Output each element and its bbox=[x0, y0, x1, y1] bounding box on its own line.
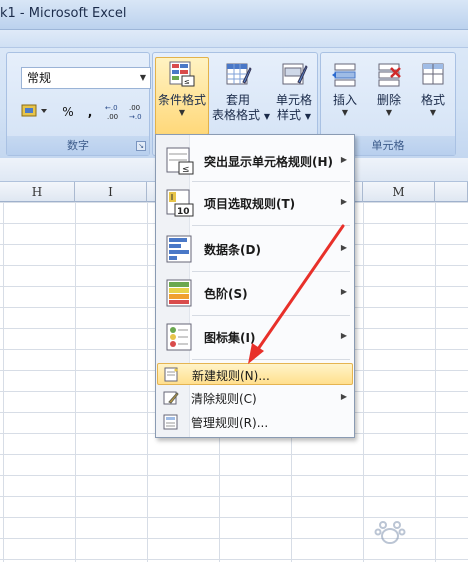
svg-text:.00: .00 bbox=[129, 104, 140, 112]
percent-button[interactable]: % bbox=[57, 101, 79, 123]
submenu-arrow-icon: ▶ bbox=[340, 287, 347, 296]
comma-button[interactable]: , bbox=[81, 101, 99, 123]
increase-decimal-icon: ←.0 .00 bbox=[105, 104, 118, 121]
color-scales-icon bbox=[166, 279, 192, 307]
icon-sets-icon bbox=[166, 323, 192, 351]
new-rule-icon bbox=[164, 367, 178, 382]
column-header-h[interactable]: H bbox=[0, 182, 75, 202]
menu-item-icon-sets[interactable]: 图标集(I) ▶ bbox=[157, 319, 353, 355]
menu-separator bbox=[192, 225, 350, 226]
conditional-format-icon: ≤ bbox=[169, 61, 195, 87]
format-label: 格式 bbox=[420, 93, 445, 107]
cell-styles-label-2: 样式 ▼ bbox=[277, 108, 311, 122]
conditional-format-button[interactable]: ≤ 条件格式 ▼ bbox=[155, 57, 209, 135]
column-header-next[interactable] bbox=[435, 182, 468, 202]
menu-item-highlight-cells-rules[interactable]: ≤ 突出显示单元格规则(H) ▶ bbox=[157, 143, 353, 179]
cell-styles-button[interactable]: 单元格 样式 ▼ bbox=[267, 57, 321, 135]
chevron-down-icon: ▼ bbox=[139, 73, 146, 82]
currency-icon bbox=[21, 104, 47, 117]
increase-decimal-button[interactable]: ←.0 .00 bbox=[103, 100, 125, 122]
submenu-arrow-icon: ▶ bbox=[340, 243, 347, 252]
menu-item-label: 新建规则(N)... bbox=[192, 369, 270, 383]
insert-button[interactable]: 插入 ▼ bbox=[323, 57, 367, 135]
submenu-arrow-icon: ▶ bbox=[340, 392, 347, 401]
submenu-arrow-icon: ▶ bbox=[340, 331, 347, 340]
accounting-format-button[interactable] bbox=[15, 101, 55, 123]
svg-text:←.0: ←.0 bbox=[105, 104, 118, 112]
cell-styles-icon bbox=[282, 63, 308, 85]
table-format-label-2: 表格格式 ▼ bbox=[212, 108, 270, 122]
menu-separator bbox=[192, 181, 350, 182]
ribbon-top-strip bbox=[0, 30, 468, 48]
dialog-launcher-icon[interactable]: ↘ bbox=[136, 141, 146, 151]
menu-item-clear-rules[interactable]: 清除规则(C) ▶ bbox=[157, 387, 353, 409]
svg-text:≤: ≤ bbox=[184, 78, 190, 86]
insert-label: 插入 bbox=[332, 93, 357, 107]
format-button[interactable]: 格式 ▼ bbox=[411, 57, 455, 135]
menu-item-label: 管理规则(R)... bbox=[191, 416, 269, 430]
decrease-decimal-button[interactable]: .00 →.0 bbox=[127, 100, 149, 122]
menu-separator bbox=[192, 271, 350, 272]
window-title: k1 - Microsoft Excel bbox=[0, 6, 127, 21]
menu-separator bbox=[192, 315, 350, 316]
format-cells-icon bbox=[422, 63, 444, 85]
title-bar: k1 - Microsoft Excel bbox=[0, 0, 468, 30]
conditional-format-label: 条件格式 bbox=[157, 93, 206, 107]
number-group: 常规 ▼ % , ←.0 .00 .00 →.0 数字 ↘ bbox=[6, 52, 151, 156]
menu-item-new-rule[interactable]: 新建规则(N)... bbox=[157, 363, 353, 385]
chevron-down-icon: ▼ bbox=[385, 108, 393, 117]
decrease-decimal-icon: .00 →.0 bbox=[129, 104, 142, 121]
table-format-label-1: 套用 bbox=[225, 93, 250, 107]
menu-item-label: 数据条(D) bbox=[204, 243, 261, 257]
menu-item-label: 项目选取规则(T) bbox=[204, 197, 296, 211]
menu-item-label: 色阶(S) bbox=[204, 287, 248, 301]
number-format-value: 常规 bbox=[27, 71, 52, 85]
menu-item-top-bottom-rules[interactable]: 10 项目选取规则(T) ▶ bbox=[157, 185, 353, 221]
menu-item-color-scales[interactable]: 色阶(S) ▶ bbox=[157, 275, 353, 311]
data-bars-icon bbox=[166, 235, 192, 263]
menu-item-data-bars[interactable]: 数据条(D) ▶ bbox=[157, 231, 353, 267]
delete-button[interactable]: 删除 ▼ bbox=[367, 57, 411, 135]
highlight-cells-icon: ≤ bbox=[166, 147, 194, 175]
watermark-logo bbox=[350, 510, 462, 554]
baidu-paw-icon bbox=[374, 521, 406, 544]
chevron-down-icon: ▼ bbox=[178, 108, 186, 117]
delete-label: 删除 bbox=[376, 93, 401, 107]
svg-text:≤: ≤ bbox=[182, 165, 190, 175]
format-as-table-button[interactable]: 套用 表格格式 ▼ bbox=[211, 57, 270, 135]
submenu-arrow-icon: ▶ bbox=[340, 155, 347, 164]
menu-item-label: 突出显示单元格规则(H) bbox=[204, 155, 334, 169]
table-format-icon bbox=[226, 63, 252, 85]
top10-number: 10 bbox=[177, 207, 190, 217]
menu-separator bbox=[192, 359, 350, 360]
menu-item-label: 图标集(I) bbox=[204, 331, 256, 345]
menu-item-manage-rules[interactable]: 管理规则(R)... bbox=[157, 411, 353, 433]
conditional-format-menu: ≤ 突出显示单元格规则(H) ▶ 10 项目选取规则(T) ▶ 数据条(D) ▶ bbox=[155, 134, 355, 438]
insert-cells-icon bbox=[332, 63, 356, 87]
submenu-arrow-icon: ▶ bbox=[340, 197, 347, 206]
column-header-i[interactable]: I bbox=[75, 182, 147, 202]
svg-text:→.0: →.0 bbox=[129, 113, 142, 121]
clear-rules-icon bbox=[163, 391, 179, 405]
number-format-select[interactable]: 常规 ▼ bbox=[21, 67, 151, 89]
top-bottom-icon: 10 bbox=[166, 189, 194, 217]
number-group-label: 数字 bbox=[7, 136, 149, 155]
chevron-down-icon: ▼ bbox=[429, 108, 437, 117]
manage-rules-icon bbox=[163, 414, 178, 430]
menu-item-label: 清除规则(C) bbox=[191, 392, 257, 406]
delete-cells-icon bbox=[378, 63, 401, 87]
cell-styles-label-1: 单元格 bbox=[275, 93, 312, 107]
chevron-down-icon: ▼ bbox=[341, 108, 349, 117]
column-header-m[interactable]: M bbox=[363, 182, 435, 202]
svg-text:.00: .00 bbox=[107, 113, 118, 121]
